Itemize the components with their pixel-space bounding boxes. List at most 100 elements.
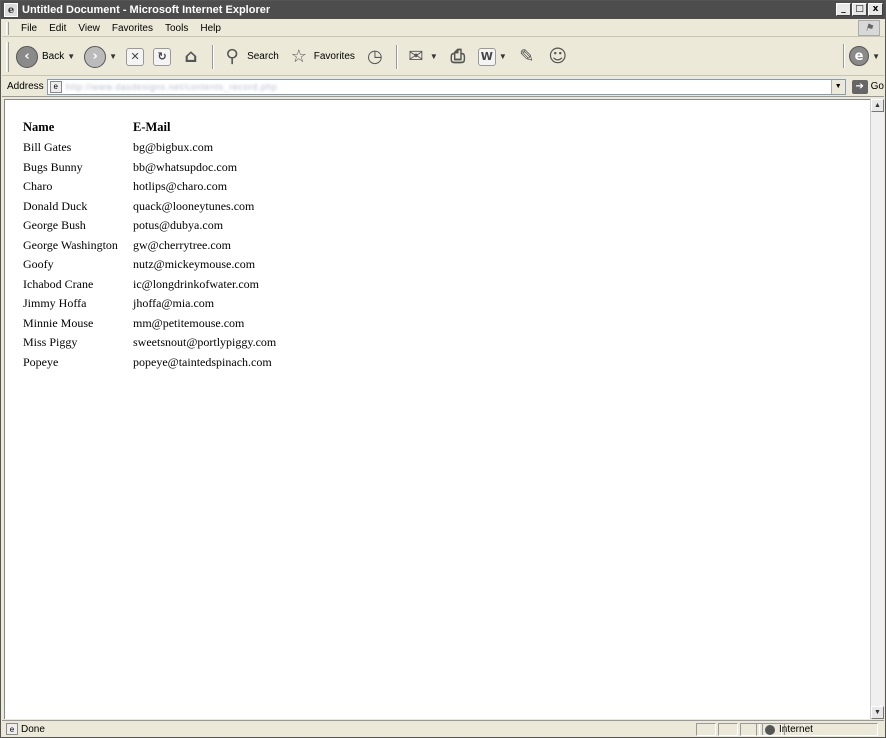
table-row: Popeye popeye@taintedspinach.com <box>23 353 276 373</box>
research-icon[interactable]: e <box>849 46 870 66</box>
toolbar-separator <box>212 44 215 69</box>
print-button[interactable]: ⎙ <box>444 44 472 70</box>
table-row: Jimmy Hoffa jhoffa@mia.com <box>23 294 276 314</box>
chevron-down-icon[interactable]: ▼ <box>499 52 507 61</box>
cell-name: Popeye <box>23 354 59 369</box>
status-pane <box>718 723 738 736</box>
chevron-down-icon[interactable]: ▼ <box>109 52 117 61</box>
vertical-scrollbar[interactable]: ▲ ▼ <box>870 99 884 719</box>
messenger-button[interactable]: ☺ <box>544 44 572 70</box>
cell-name: Jimmy Hoffa <box>23 296 87 311</box>
security-zone[interactable]: Internet <box>756 723 878 736</box>
go-label: Go <box>870 81 884 92</box>
history-button[interactable]: ◷ <box>361 44 389 70</box>
refresh-icon: ↻ <box>153 47 172 66</box>
favorites-star-icon: ☆ <box>290 46 307 67</box>
discuss-icon: ✎ <box>519 46 535 67</box>
cell-name: Bill Gates <box>23 140 72 155</box>
cell-name: Ichabod Crane <box>23 276 94 291</box>
minimize-button[interactable]: _ <box>836 3 851 16</box>
cell-email: bg@bigbux.com <box>133 140 214 155</box>
menu-tools[interactable]: Tools <box>159 23 194 34</box>
mail-button[interactable]: ✉ ▼ <box>402 44 441 70</box>
chevron-down-icon[interactable]: ▼ <box>430 52 438 61</box>
toolbar-separator <box>843 44 846 68</box>
status-bar: e Done Internet <box>2 720 884 737</box>
maximize-button[interactable]: □ <box>852 3 867 16</box>
back-label: Back <box>42 51 65 62</box>
menu-view[interactable]: View <box>72 23 106 34</box>
search-button[interactable]: ⚲ Search <box>218 44 282 70</box>
go-arrow-icon: ➔ <box>851 79 868 94</box>
go-button[interactable]: ➔ Go <box>851 79 884 94</box>
menu-grip[interactable] <box>6 21 9 35</box>
favorites-button[interactable]: ☆ Favorites <box>285 44 358 70</box>
menu-help[interactable]: Help <box>194 23 227 34</box>
menu-bar: File Edit View Favorites Tools Help ⚑ <box>2 20 884 37</box>
toolbar-right: e ▼ <box>839 44 880 68</box>
menu-edit[interactable]: Edit <box>43 23 72 34</box>
table-row: George Bush potus@dubya.com <box>23 216 276 236</box>
page-icon: e <box>6 723 18 735</box>
chevron-down-icon[interactable]: ▼ <box>872 52 880 61</box>
address-input[interactable]: e http://www.dasdesigns.net/contents_rec… <box>46 78 846 95</box>
menu-file[interactable]: File <box>15 23 43 34</box>
document-body: Name E-Mail Bill Gates bg@bigbux.com Bugs… <box>23 117 276 372</box>
stop-icon: ✕ <box>126 47 145 66</box>
table-row: Minnie Mouse mm@petitemouse.com <box>23 314 276 334</box>
window-controls: _ □ x <box>836 3 883 16</box>
table-body: Bill Gates bg@bigbux.com Bugs Bunny bb@wha… <box>23 138 276 372</box>
cell-email: hotlips@charo.com <box>133 179 228 194</box>
table-row: Miss Piggy sweetsnout@portlypiggy.com <box>23 333 276 353</box>
forward-button[interactable]: › ▼ <box>81 44 120 70</box>
cell-email: jhoffa@mia.com <box>133 296 215 311</box>
stop-button[interactable]: ✕ <box>123 44 147 70</box>
cell-email: quack@looneytunes.com <box>133 198 255 213</box>
cell-email: sweetsnout@portlypiggy.com <box>133 335 277 350</box>
cell-email: nutz@mickeymouse.com <box>133 257 256 272</box>
cell-email: gw@cherrytree.com <box>133 237 232 252</box>
scroll-down-icon[interactable]: ▼ <box>871 706 884 719</box>
back-button[interactable]: ‹ Back ▼ <box>13 44 78 70</box>
discuss-button[interactable]: ✎ <box>513 44 541 70</box>
table-row: George Washington gw@cherrytree.com <box>23 236 276 256</box>
cell-name: Goofy <box>23 257 54 272</box>
cell-name: Bugs Bunny <box>23 159 83 174</box>
menu-favorites[interactable]: Favorites <box>106 23 159 34</box>
table-row: Goofy nutz@mickeymouse.com <box>23 255 276 275</box>
home-button[interactable]: ⌂ <box>177 44 205 70</box>
history-icon: ◷ <box>367 46 383 67</box>
refresh-button[interactable]: ↻ <box>150 44 174 70</box>
cell-name: Donald Duck <box>23 198 88 213</box>
mail-icon: ✉ <box>408 46 424 67</box>
search-icon: ⚲ <box>225 46 239 67</box>
forward-icon: › <box>84 45 107 68</box>
header-email: E-Mail <box>133 120 171 134</box>
ie-logo-icon: e <box>4 3 18 17</box>
table-row: Ichabod Crane ic@longdrinkofwater.com <box>23 275 276 295</box>
home-icon: ⌂ <box>184 46 198 67</box>
chevron-down-icon[interactable]: ▼ <box>67 52 75 61</box>
page-icon: e <box>49 80 62 93</box>
close-button[interactable]: x <box>868 3 883 16</box>
standard-toolbar: ‹ Back ▼ › ▼ ✕ ↻ ⌂ ⚲ Search ☆ Favorites … <box>2 38 884 76</box>
table-header-row: Name E-Mail <box>23 117 276 138</box>
address-url[interactable]: http://www.dasdesigns.net/contents_recor… <box>66 82 278 92</box>
toolbar-grip[interactable] <box>6 41 9 72</box>
table-row: Bill Gates bg@bigbux.com <box>23 138 276 158</box>
scroll-up-icon[interactable]: ▲ <box>871 99 884 112</box>
favorites-label: Favorites <box>313 51 355 62</box>
status-pane <box>696 723 716 736</box>
toolbar-separator <box>395 44 398 69</box>
cell-email: mm@petitemouse.com <box>133 315 245 330</box>
edit-button[interactable]: W ▼ <box>475 44 510 70</box>
page-content[interactable]: Name E-Mail Bill Gates bg@bigbux.com Bugs… <box>4 99 871 719</box>
search-label: Search <box>247 51 279 62</box>
title-bar: e Untitled Document - Microsoft Internet… <box>1 1 885 19</box>
print-icon: ⎙ <box>450 46 466 67</box>
chevron-down-icon[interactable]: ▼ <box>830 79 845 94</box>
cell-name: George Washington <box>23 237 118 252</box>
table-row: Bugs Bunny bb@whatsupdoc.com <box>23 158 276 178</box>
windows-flag-icon: ⚑ <box>858 20 880 36</box>
browser-window: e Untitled Document - Microsoft Internet… <box>0 0 886 738</box>
